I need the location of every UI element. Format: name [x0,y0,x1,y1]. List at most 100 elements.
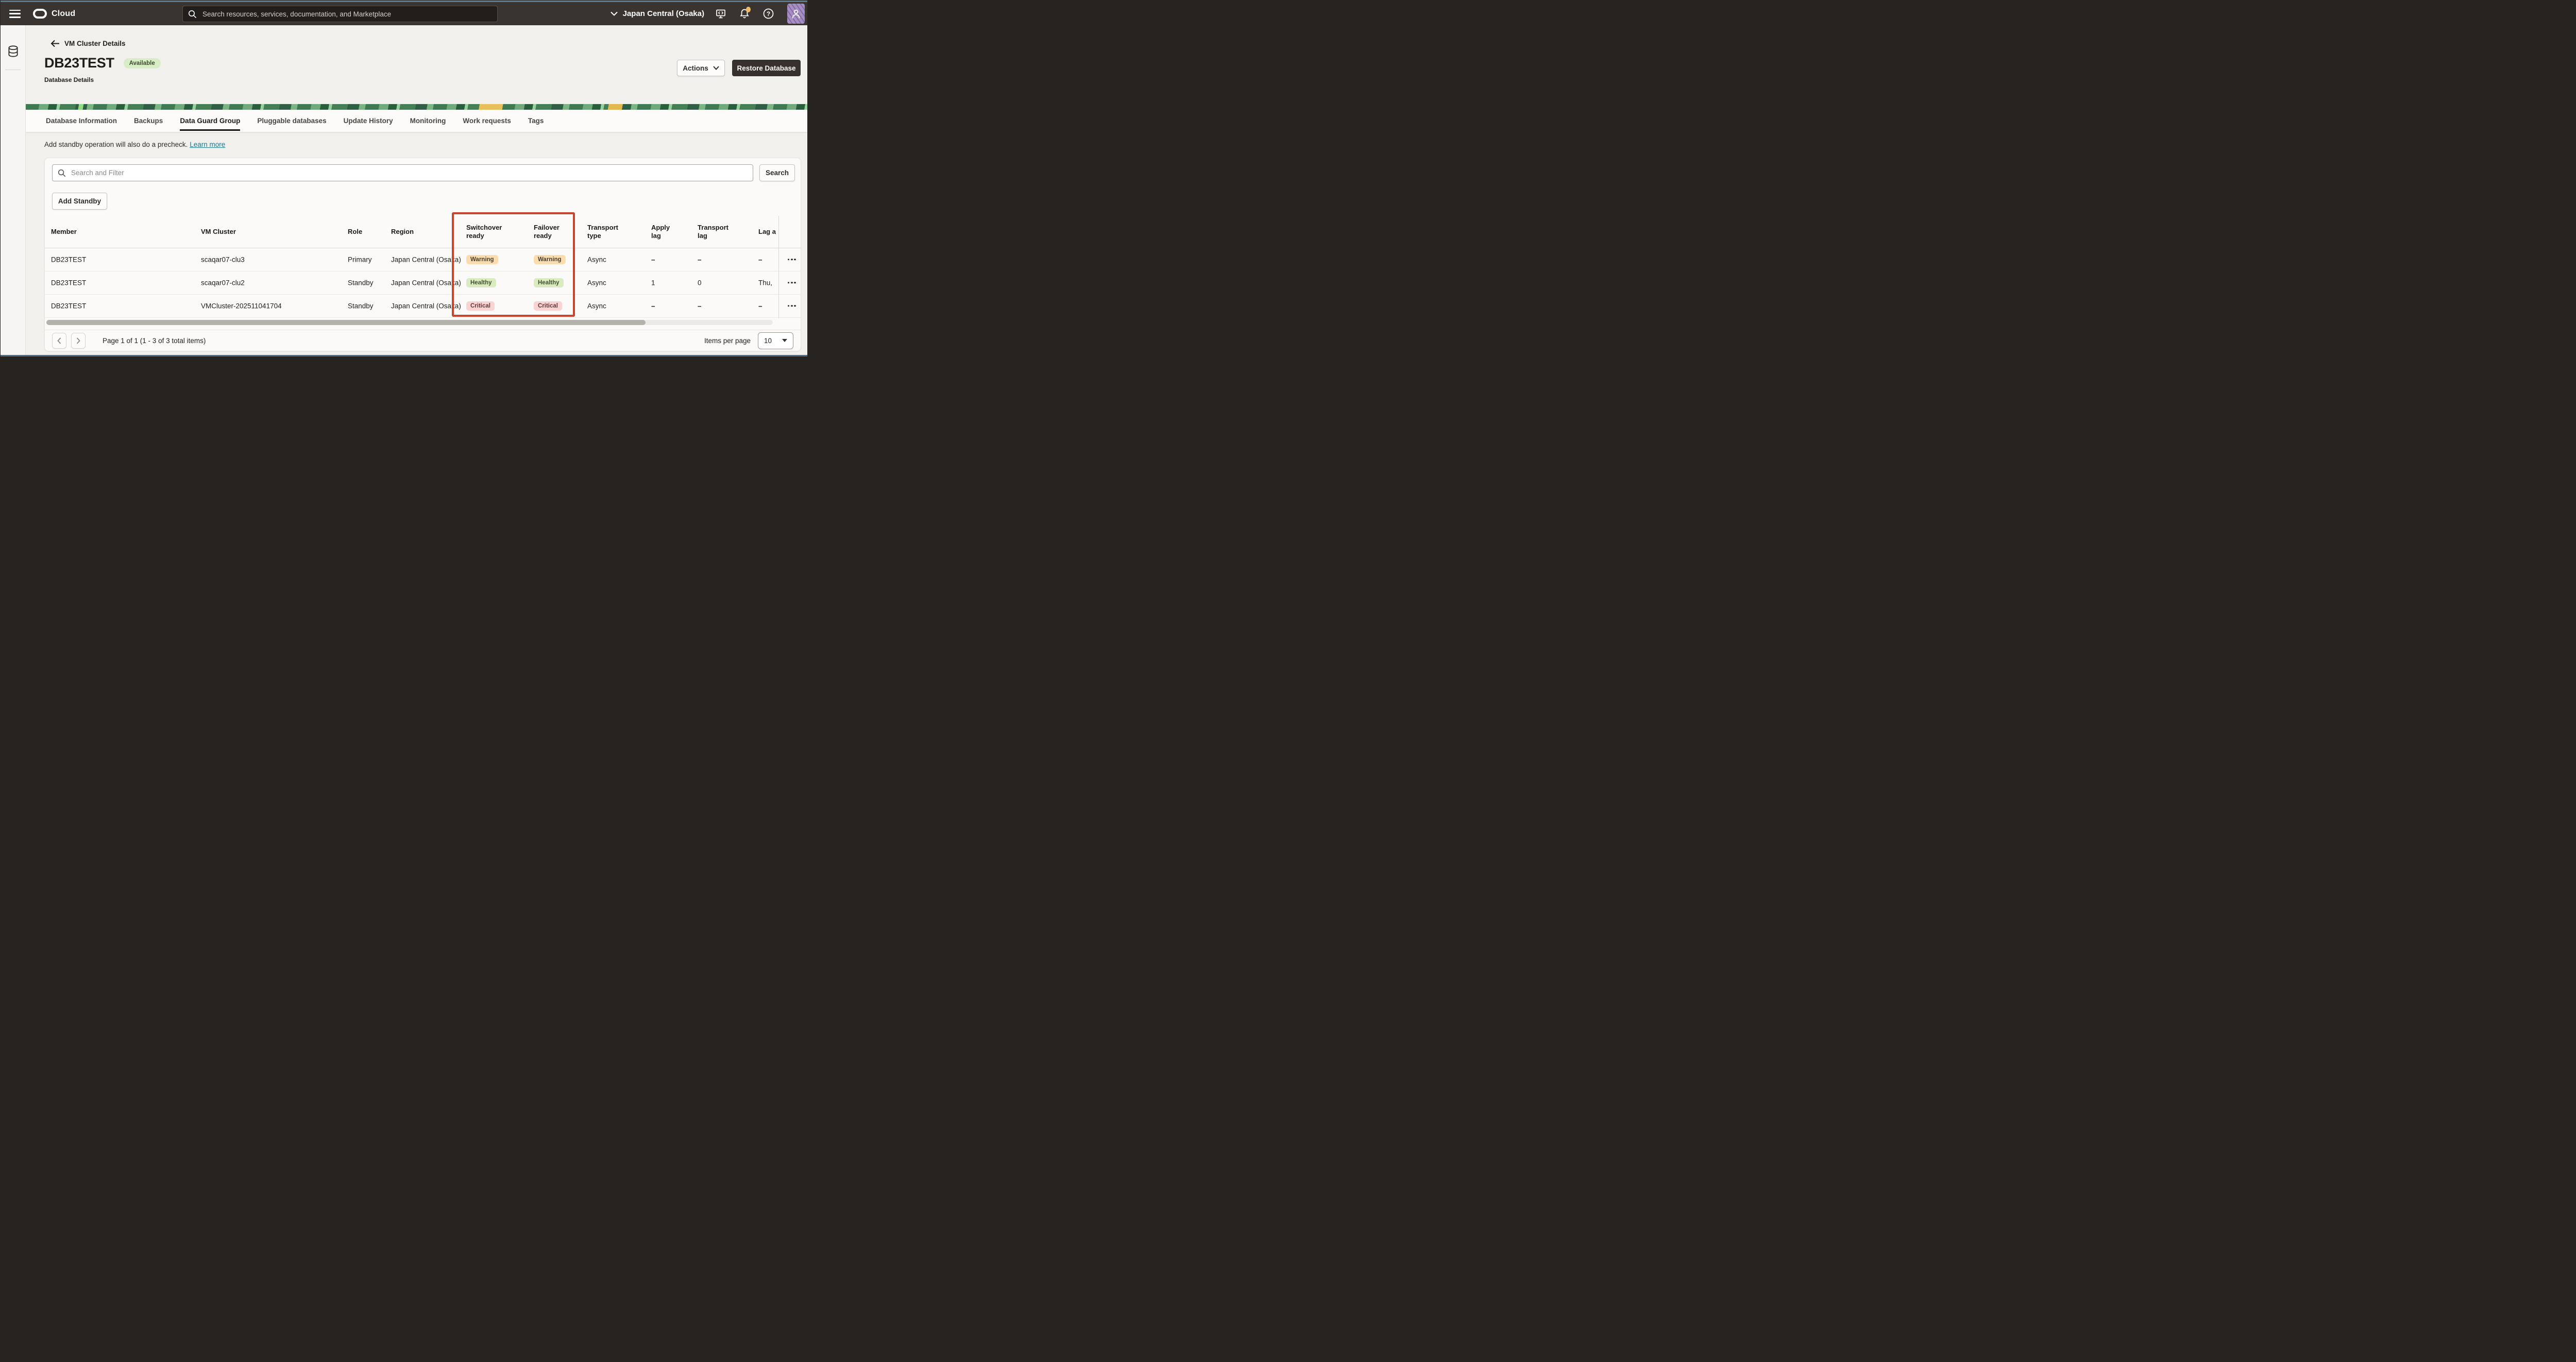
database-icon [7,45,19,58]
chevron-down-icon [611,11,618,16]
next-page-button[interactable] [71,333,86,349]
col-transport-lag[interactable]: Transport lag [698,224,734,241]
col-vm-cluster[interactable]: VM Cluster [201,228,236,236]
horizontal-scrollbar[interactable] [46,320,773,325]
col-failover-ready[interactable]: Failover ready [534,224,566,241]
prev-page-button[interactable] [52,333,66,349]
database-nav-button[interactable] [1,40,26,62]
cell-failover: Critical [534,301,566,311]
cell-vm-cluster-link[interactable]: VMCluster-202511041704 [201,302,282,310]
col-member[interactable]: Member [51,228,77,236]
search-icon [58,169,66,177]
cell-role: Standby [348,279,374,287]
search-button[interactable]: Search [759,164,795,181]
items-per-page-label: Items per page [704,337,751,345]
table-row: DB23TEST scaqar07-clu2 Standby Japan Cen… [45,271,801,295]
cell-member-link[interactable]: DB23TEST [51,279,86,287]
region-selector[interactable]: Japan Central (Osaka) [611,9,704,18]
restore-database-button[interactable]: Restore Database [732,60,801,76]
col-region[interactable]: Region [391,228,414,236]
topbar: Cloud Japan Central (Osaka) ? [1,2,807,25]
cell-transport-type: Async [587,302,623,310]
cell-region: Japan Central (Osaka) [391,302,461,310]
caret-down-icon [782,339,787,342]
cell-switchover: Critical [466,301,503,311]
col-apply-lag[interactable]: Apply lag [651,224,674,241]
add-standby-button[interactable]: Add Standby [52,193,107,210]
back-label: VM Cluster Details [64,40,126,47]
page: Cloud Japan Central (Osaka) ? [0,0,808,357]
filter-search-input[interactable] [70,168,748,177]
tab-database-information[interactable]: Database Information [46,110,117,132]
status-badge: Available [124,58,161,69]
back-arrow-icon [50,40,60,47]
col-switchover-ready[interactable]: Switchover ready [466,224,503,241]
tab-work-requests[interactable]: Work requests [463,110,511,132]
tab-backups[interactable]: Backups [134,110,163,132]
notifications-button[interactable] [739,8,750,19]
main-content: VM Cluster Details DB23TEST Available Da… [26,25,807,356]
help-button[interactable]: ? [763,8,774,19]
pagination: Page 1 of 1 (1 - 3 of 3 total items) Ite… [45,330,801,351]
tab-tags[interactable]: Tags [528,110,544,132]
table-row: DB23TEST scaqar07-clu3 Primary Japan Cen… [45,248,801,271]
col-role[interactable]: Role [348,228,362,236]
cell-lag: – [758,256,776,264]
cell-vm-cluster-link[interactable]: scaqar07-clu2 [201,279,245,287]
row-actions-button[interactable] [787,280,797,285]
global-search-box[interactable] [182,6,498,22]
brand-label: Cloud [52,9,75,19]
menu-icon[interactable] [9,10,21,18]
cell-member-link[interactable]: DB23TEST [51,302,86,310]
global-search-input[interactable] [201,10,492,19]
window-top-edge [1,1,807,2]
cell-vm-cluster-link[interactable]: scaqar07-clu3 [201,256,245,264]
col-lag[interactable]: Lag a [758,228,776,236]
tab-update-history[interactable]: Update History [344,110,393,132]
learn-more-link[interactable]: Learn more [190,141,225,148]
col-transport-type[interactable]: Transport type [587,224,623,241]
region-label: Japan Central (Osaka) [623,9,704,18]
tab-data-guard-group[interactable]: Data Guard Group [180,110,240,132]
table-header: Member VM Cluster Role Region Switchover… [45,216,801,248]
actions-button[interactable]: Actions [677,60,725,76]
switchover-badge: Healthy [466,278,496,287]
dev-console-button[interactable] [716,9,726,19]
failover-badge: Warning [534,255,566,264]
info-note: Add standby operation will also do a pre… [44,141,225,148]
person-icon [791,8,801,20]
cell-transport-lag: – [698,256,734,264]
switchover-badge: Critical [466,301,495,311]
cell-failover: Warning [534,255,566,264]
user-avatar[interactable] [787,4,805,24]
cell-transport-lag: – [698,302,734,310]
cell-region: Japan Central (Osaka) [391,256,461,264]
data-guard-panel: Search Add Standby Member VM Cluster Rol… [44,158,801,351]
page-title: DB23TEST [44,55,114,71]
cell-transport-type: Async [587,279,623,287]
items-per-page-select[interactable]: 10 [758,332,793,349]
back-button[interactable]: VM Cluster Details [50,40,126,47]
row-actions-button[interactable] [787,303,797,309]
cell-failover: Healthy [534,278,566,287]
chevron-right-icon [76,337,80,344]
filter-search-box[interactable] [52,164,753,181]
notification-badge [746,7,751,12]
items-per-page-value: 10 [764,337,772,345]
scrollbar-thumb[interactable] [46,320,646,325]
failover-badge: Critical [534,301,562,311]
header-buttons: Actions Restore Database [677,60,801,76]
chevron-left-icon [57,337,61,344]
left-rail [1,25,26,355]
cell-transport-type: Async [587,256,623,264]
cell-role: Primary [348,256,372,264]
decorative-banner [26,104,807,110]
tab-pluggable-databases[interactable]: Pluggable databases [257,110,326,132]
chevron-down-icon [713,66,719,70]
row-actions-button[interactable] [787,257,797,262]
switchover-badge: Warning [466,255,498,264]
cell-transport-lag: 0 [698,279,734,287]
tab-monitoring[interactable]: Monitoring [410,110,446,132]
window-bottom-edge [1,355,807,357]
oracle-cloud-logo[interactable]: Cloud [33,9,75,19]
